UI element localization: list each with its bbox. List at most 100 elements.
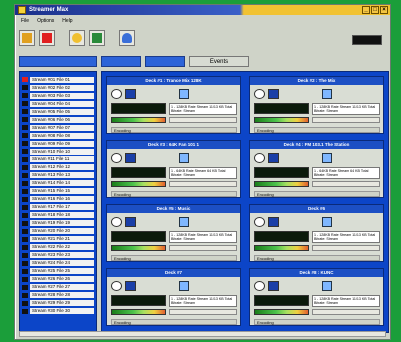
- level-display: [254, 295, 309, 306]
- channel-item[interactable]: Stream #25 File 25: [22, 268, 94, 275]
- user-button[interactable]: [119, 30, 135, 46]
- channel-item[interactable]: Stream #28 File 28: [22, 292, 94, 299]
- channel-item[interactable]: Stream #06 File 06: [22, 116, 94, 123]
- app-window: Streamer Max _ □ × File Options Help Eve…: [14, 4, 391, 340]
- deck-title: Deck #2 : The Mix: [250, 77, 383, 85]
- tab-decks[interactable]: [145, 56, 185, 67]
- deck-status: Encoding: [111, 127, 237, 133]
- channel-item[interactable]: Stream #23 File 23: [22, 252, 94, 259]
- channel-indicator-icon: [22, 308, 28, 314]
- channel-item[interactable]: Stream #05 File 05: [22, 108, 94, 115]
- menu-help[interactable]: Help: [62, 18, 72, 24]
- channel-indicator-icon: [22, 180, 28, 186]
- config-button[interactable]: [125, 281, 136, 291]
- channel-item[interactable]: Stream #26 File 26: [22, 276, 94, 283]
- channel-item[interactable]: Stream #04 File 04: [22, 100, 94, 107]
- tab-events[interactable]: Events: [189, 56, 249, 67]
- level-display: [111, 103, 166, 114]
- minimize-button[interactable]: _: [362, 6, 370, 14]
- deck-title: Deck #8 : KUNC: [250, 269, 383, 277]
- channel-item[interactable]: Stream #11 File 11: [22, 156, 94, 163]
- vu-meter: [254, 309, 309, 315]
- channel-item[interactable]: Stream #19 File 19: [22, 220, 94, 227]
- close-button[interactable]: ×: [380, 6, 388, 14]
- channel-indicator-icon: [22, 156, 28, 162]
- channel-item[interactable]: Stream #17 File 17: [22, 204, 94, 211]
- menu-bar: File Options Help: [15, 16, 390, 25]
- tab-channels[interactable]: [101, 56, 141, 67]
- channel-item[interactable]: Stream #18 File 18: [22, 212, 94, 219]
- level-display: [111, 231, 166, 242]
- channel-label: Stream #30 File 30: [30, 308, 94, 315]
- config-button[interactable]: [125, 89, 136, 99]
- channel-item[interactable]: Stream #21 File 21: [22, 236, 94, 243]
- level-display: [254, 167, 309, 178]
- record-button[interactable]: [39, 30, 55, 46]
- channel-item[interactable]: Stream #27 File 27: [22, 284, 94, 291]
- play-button[interactable]: [254, 153, 265, 163]
- menu-file[interactable]: File: [21, 18, 29, 24]
- channel-item[interactable]: Stream #12 File 12: [22, 164, 94, 171]
- level-display: [111, 295, 166, 306]
- play-button[interactable]: [111, 281, 122, 291]
- progress-bar: [312, 117, 380, 123]
- channel-label: Stream #21 File 21: [30, 236, 94, 243]
- vu-meter: [254, 181, 309, 187]
- channel-item[interactable]: Stream #08 File 08: [22, 132, 94, 139]
- config-button[interactable]: [268, 89, 279, 99]
- record-indicator-icon: [22, 77, 28, 83]
- monitor-button[interactable]: [89, 30, 105, 46]
- config-button[interactable]: [268, 217, 279, 227]
- channel-label: Stream #12 File 12: [30, 164, 94, 171]
- channel-label: Stream #03 File 03: [30, 92, 94, 99]
- deck-info: 1 - 64KB Rate Stream 64 KB Total Bitrate…: [169, 167, 237, 179]
- vu-meter: [111, 117, 166, 123]
- channel-item[interactable]: Stream #03 File 03: [22, 92, 94, 99]
- channel-item[interactable]: Stream #10 File 10: [22, 148, 94, 155]
- channel-item[interactable]: Stream #24 File 24: [22, 260, 94, 267]
- channel-item[interactable]: Stream #14 File 14: [22, 180, 94, 187]
- channel-item[interactable]: Stream #09 File 09: [22, 140, 94, 147]
- deck-panel: Deck #2 : The Mix 1 - 128KB Rate Stream 1…: [249, 76, 384, 134]
- channel-label: Stream #25 File 25: [30, 268, 94, 275]
- play-button[interactable]: [111, 89, 122, 99]
- maximize-button[interactable]: □: [371, 6, 379, 14]
- config-button[interactable]: [125, 153, 136, 163]
- channel-label: Stream #15 File 15: [30, 188, 94, 195]
- channel-indicator-icon: [22, 220, 28, 226]
- user-icon: [322, 217, 332, 227]
- channel-label: Stream #24 File 24: [30, 260, 94, 267]
- status-display: [352, 35, 382, 45]
- channel-item[interactable]: Stream #13 File 13: [22, 172, 94, 179]
- config-button[interactable]: [268, 153, 279, 163]
- open-button[interactable]: [19, 30, 35, 46]
- channel-item[interactable]: Stream #07 File 07: [22, 124, 94, 131]
- channel-indicator-icon: [22, 228, 28, 234]
- channel-item[interactable]: Stream #29 File 29: [22, 300, 94, 307]
- vu-meter: [254, 117, 309, 123]
- menu-options[interactable]: Options: [37, 18, 54, 24]
- channel-item[interactable]: Stream #22 File 22: [22, 244, 94, 251]
- play-button[interactable]: [254, 281, 265, 291]
- channel-indicator-icon: [22, 133, 28, 139]
- channel-item[interactable]: Stream #02 File 02: [22, 84, 94, 91]
- play-button[interactable]: [111, 217, 122, 227]
- play-button[interactable]: [254, 89, 265, 99]
- play-button[interactable]: [111, 153, 122, 163]
- channel-label: Stream #01 File 01: [30, 76, 94, 83]
- play-button[interactable]: [254, 217, 265, 227]
- config-button[interactable]: [268, 281, 279, 291]
- progress-bar: [312, 181, 380, 187]
- channel-label: Stream #10 File 10: [30, 148, 94, 155]
- channel-item[interactable]: Stream #15 File 15: [22, 188, 94, 195]
- channel-label: Stream #05 File 05: [30, 108, 94, 115]
- channel-item[interactable]: Stream #01 File 01: [22, 76, 94, 83]
- user-icon: [322, 89, 332, 99]
- channel-label: Stream #27 File 27: [30, 284, 94, 291]
- settings-button[interactable]: [69, 30, 85, 46]
- channel-item[interactable]: Stream #20 File 20: [22, 228, 94, 235]
- user-icon: [322, 153, 332, 163]
- channel-item[interactable]: Stream #16 File 16: [22, 196, 94, 203]
- config-button[interactable]: [125, 217, 136, 227]
- channel-item[interactable]: Stream #30 File 30: [22, 308, 94, 315]
